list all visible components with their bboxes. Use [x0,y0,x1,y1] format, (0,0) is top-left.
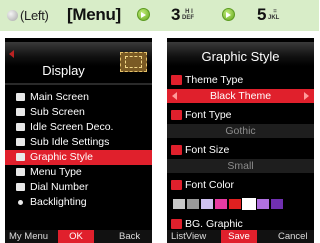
softkey-cancel[interactable]: Cancel [278,230,308,243]
color-swatch[interactable] [201,199,213,209]
color-swatch[interactable] [229,199,241,209]
font-size-icon [171,145,182,155]
font-color-label: Font Color [169,178,234,192]
screen-title: Display [42,63,85,78]
theme-type-value: Black Theme [209,90,272,102]
screen-icon [16,168,25,176]
color-swatch[interactable] [187,199,199,209]
display-menu-list: Main Screen Sub Screen Idle Screen Deco.… [5,90,152,210]
font-type-selector[interactable]: Gothic [167,124,314,138]
softkey-save[interactable]: Save [221,230,257,243]
menu-item-sub-screen[interactable]: Sub Screen [5,105,152,120]
menu-item-main-screen[interactable]: Main Screen [5,90,152,105]
font-color-swatches [173,198,283,210]
key-5-digit: 5 [257,5,267,24]
color-swatch[interactable] [173,199,185,209]
bullet-icon [7,10,18,21]
theme-icon [171,75,182,85]
prev-tab-icon[interactable] [9,50,14,58]
softkey-bar: ListView Save Cancel [167,230,314,243]
bg-graphic-icon [171,219,182,229]
screen-title: Graphic Style [201,49,280,64]
menu-item-backlighting[interactable]: Backlighting [5,195,152,210]
menu-key-label: [Menu] [67,5,121,24]
dial-icon [16,183,25,191]
key-5-letters: = JKL [268,9,280,21]
screen-icon [16,153,25,161]
softkey-ok[interactable]: OK [58,230,94,243]
font-color-icon [171,180,182,190]
screen-icon [16,138,25,146]
graphic-style-screen: Graphic Style Theme Type Black Theme Fon… [167,38,314,243]
theme-type-selector[interactable]: Black Theme [167,89,314,103]
menu-item-dial-number[interactable]: Dial Number [5,180,152,195]
key-3-letters: H I DEF [182,9,194,21]
menu-item-label: Backlighting [30,196,87,208]
font-type-label: Font Type [169,108,232,122]
font-size-label: Font Size [169,143,229,157]
divider [5,83,152,85]
menu-item-sub-idle-settings[interactable]: Sub Idle Settings [5,135,152,150]
font-type-value: Gothic [225,125,256,137]
chevron-right-icon[interactable] [304,92,309,100]
font-size-selector[interactable]: Small [167,159,314,173]
menu-item-label: Menu Type [30,166,82,178]
screen-icon [16,93,25,101]
arrow-right-icon [222,8,235,21]
menu-item-idle-screen-deco[interactable]: Idle Screen Deco. [5,120,152,135]
menu-item-menu-type[interactable]: Menu Type [5,165,152,180]
softkey-my-menu[interactable]: My Menu [9,230,48,243]
theme-type-label: Theme Type [169,73,243,87]
color-swatch[interactable] [257,199,269,209]
instruction-bar: (Left) [Menu] 3 H I DEF 5 = JKL [0,0,319,31]
softkey-listview[interactable]: ListView [171,230,206,243]
display-menu-screen: Display Main Screen Sub Screen Idle Scre… [5,38,152,243]
menu-item-label: Sub Screen [30,106,85,118]
menu-item-graphic-style[interactable]: Graphic Style [5,150,152,165]
color-swatch[interactable] [215,199,227,209]
preview-thumbnail [120,52,147,72]
left-key-label: (Left) [20,8,49,23]
screen-icon [16,108,25,116]
bg-graphic-label: BG. Graphic [169,217,243,231]
menu-item-label: Sub Idle Settings [30,136,110,148]
menu-item-label: Main Screen [30,91,89,103]
arrow-right-icon [137,8,150,21]
font-size-value: Small [227,160,254,172]
key-3-digit: 3 [171,5,181,24]
color-swatch[interactable] [271,199,283,209]
menu-item-label: Idle Screen Deco. [30,121,114,133]
screen-icon [16,123,25,131]
font-icon [171,110,182,120]
softkey-back[interactable]: Back [119,230,140,243]
chevron-left-icon[interactable] [172,92,177,100]
menu-item-label: Dial Number [30,181,89,193]
softkey-bar: My Menu OK Back [5,230,152,243]
color-swatch[interactable] [242,198,256,210]
menu-item-label: Graphic Style [30,151,94,163]
light-icon [18,200,23,205]
